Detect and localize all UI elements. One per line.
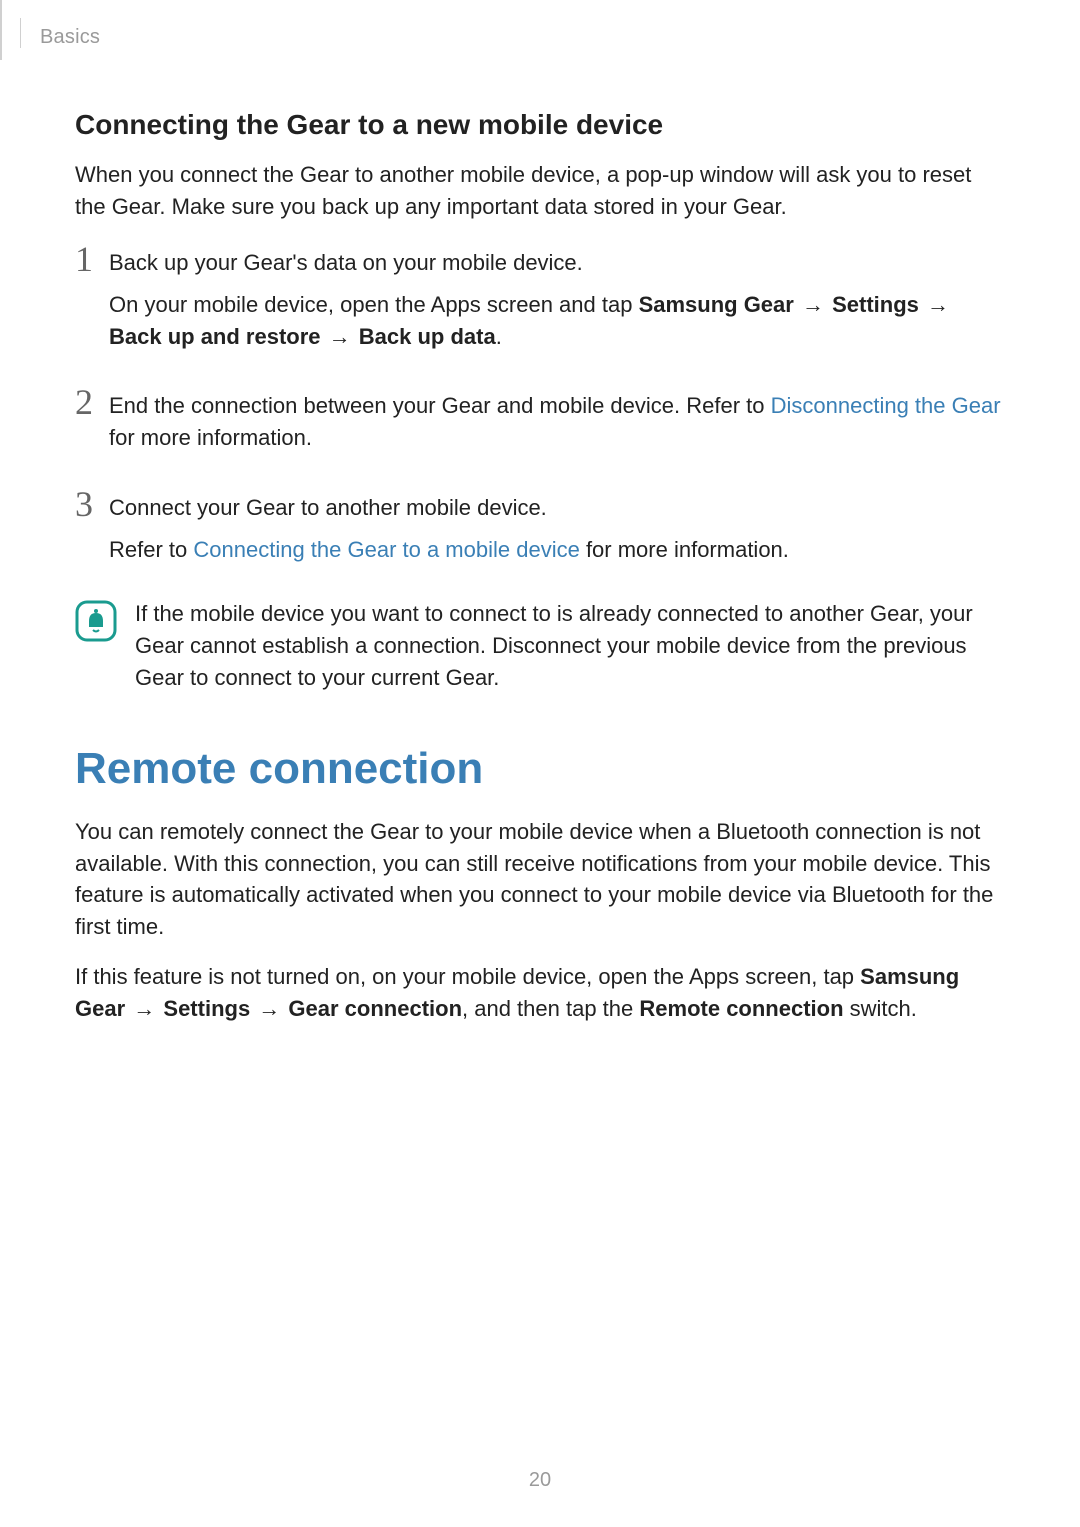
link-connecting-gear[interactable]: Connecting the Gear to a mobile device <box>193 537 579 562</box>
step-2: 2 End the connection between your Gear a… <box>75 384 1005 464</box>
section-heading-remote: Remote connection <box>75 744 1005 794</box>
ui-label: Settings <box>163 996 250 1021</box>
text: switch. <box>844 996 917 1021</box>
arrow-icon: → <box>250 996 288 1021</box>
step-text: Connect your Gear to another mobile devi… <box>109 492 1005 524</box>
arrow-icon: → <box>919 292 951 317</box>
steps-list: 1 Back up your Gear's data on your mobil… <box>75 241 1005 576</box>
text: If this feature is not turned on, on you… <box>75 964 860 989</box>
remote-paragraph-2: If this feature is not turned on, on you… <box>75 961 1005 1025</box>
text: for more information. <box>109 425 312 450</box>
link-disconnecting-gear[interactable]: Disconnecting the Gear <box>771 393 1001 418</box>
step-number: 2 <box>75 384 109 420</box>
text: On your mobile device, open the Apps scr… <box>109 292 639 317</box>
note-bell-icon <box>75 600 117 642</box>
breadcrumb: Basics <box>40 26 1005 49</box>
step-text: Back up your Gear's data on your mobile … <box>109 247 1005 279</box>
ui-label: Back up data <box>359 324 496 349</box>
ui-label: Settings <box>832 292 919 317</box>
step-text: On your mobile device, open the Apps scr… <box>109 289 1005 353</box>
text: Refer to <box>109 537 193 562</box>
arrow-icon: → <box>794 292 832 317</box>
step-1: 1 Back up your Gear's data on your mobil… <box>75 241 1005 363</box>
step-text: End the connection between your Gear and… <box>109 390 1005 454</box>
note-callout: If the mobile device you want to connect… <box>75 598 1005 694</box>
arrow-icon: → <box>125 996 163 1021</box>
step-number: 1 <box>75 241 109 277</box>
step-text: Refer to Connecting the Gear to a mobile… <box>109 534 1005 566</box>
step-number: 3 <box>75 486 109 522</box>
section-heading-connecting: Connecting the Gear to a new mobile devi… <box>75 109 1005 141</box>
ui-label: Samsung Gear <box>639 292 794 317</box>
intro-paragraph: When you connect the Gear to another mob… <box>75 159 1005 223</box>
text: , and then tap the <box>462 996 639 1021</box>
step-3: 3 Connect your Gear to another mobile de… <box>75 486 1005 576</box>
page-number: 20 <box>0 1469 1080 1492</box>
remote-paragraph-1: You can remotely connect the Gear to you… <box>75 816 1005 944</box>
text: . <box>496 324 502 349</box>
ui-label: Remote connection <box>639 996 843 1021</box>
ui-label: Back up and restore <box>109 324 321 349</box>
ui-label: Gear connection <box>288 996 462 1021</box>
arrow-icon: → <box>321 324 359 349</box>
note-text: If the mobile device you want to connect… <box>135 598 1005 694</box>
page-content: Basics Connecting the Gear to a new mobi… <box>0 0 1080 1025</box>
text: End the connection between your Gear and… <box>109 393 771 418</box>
text: for more information. <box>580 537 789 562</box>
